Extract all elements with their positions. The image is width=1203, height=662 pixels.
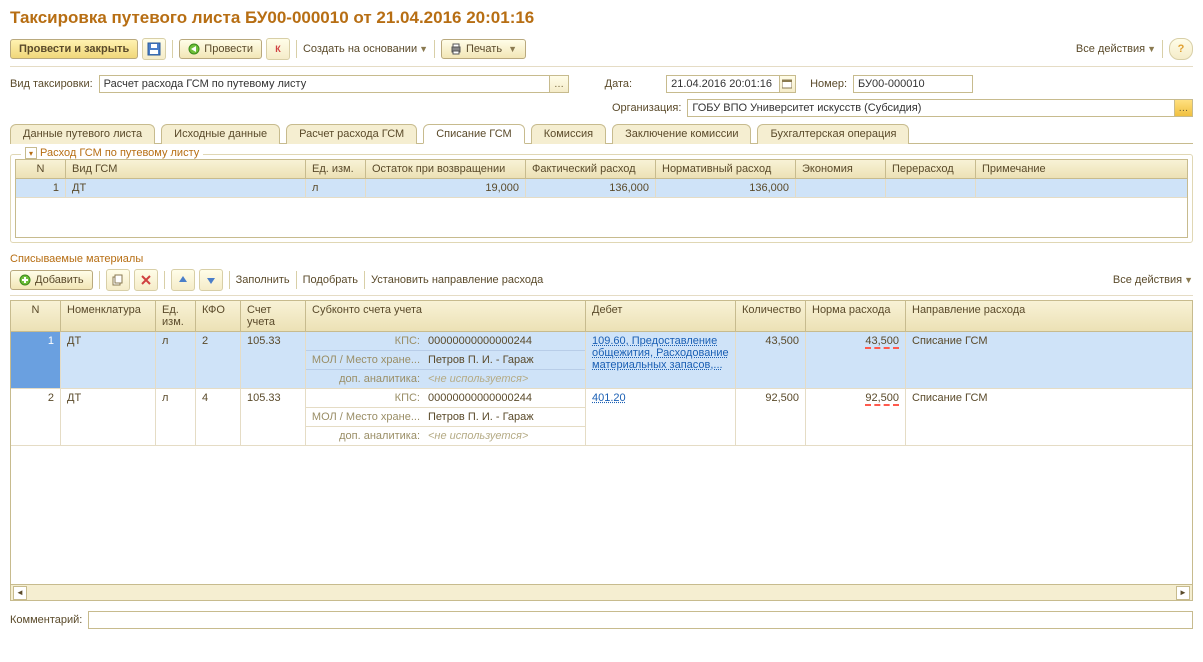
debit-credit-icon[interactable]: К [266, 38, 290, 60]
save-icon[interactable] [142, 38, 166, 60]
separator [172, 40, 173, 58]
materials-toolbar: Добавить Заполнить Подобрать Установить … [10, 269, 1193, 296]
col-kind[interactable]: Вид ГСМ [66, 160, 306, 178]
tax-type-label: Вид таксировки: [10, 78, 93, 90]
create-based-button[interactable]: Создать на основании▼ [303, 43, 428, 55]
org-label: Организация: [612, 102, 681, 114]
col-remain[interactable]: Остаток при возвращении [366, 160, 526, 178]
calendar-icon[interactable] [779, 75, 796, 93]
col-unit[interactable]: Ед. изм. [156, 301, 196, 331]
select-icon[interactable]: … [1174, 99, 1193, 117]
col-norm[interactable]: Норма расхода [806, 301, 906, 331]
materials-grid: N Номенклатура Ед. изм. КФО Счет учета С… [10, 300, 1193, 332]
post-button[interactable]: Провести [179, 39, 262, 59]
move-up-icon[interactable] [171, 269, 195, 291]
tab-conclusion[interactable]: Заключение комиссии [612, 124, 751, 144]
tax-type-input[interactable] [99, 75, 550, 93]
table-row[interactable]: 1 ДТ л 2 105.33 КПС:00000000000000244 МО… [11, 332, 1192, 389]
fuel-group-legend: ▾ Расход ГСМ по путевому листу [21, 147, 203, 159]
move-down-icon[interactable] [199, 269, 223, 291]
col-norm[interactable]: Нормативный расход [656, 160, 796, 178]
pick-button[interactable]: Подобрать [303, 274, 358, 286]
comment-label: Комментарий: [10, 614, 82, 626]
separator [1162, 40, 1163, 58]
number-label: Номер: [810, 78, 847, 90]
tab-commission[interactable]: Комиссия [531, 124, 606, 144]
col-qty[interactable]: Количество [736, 301, 806, 331]
help-icon[interactable]: ? [1169, 38, 1193, 60]
scroll-right-icon[interactable]: ► [1176, 586, 1190, 600]
comment-input[interactable] [88, 611, 1193, 629]
horizontal-scrollbar[interactable]: ◄ ► [10, 585, 1193, 601]
col-kfo[interactable]: КФО [196, 301, 241, 331]
select-icon[interactable]: … [549, 75, 568, 93]
debit-link[interactable]: 401.20 [592, 392, 626, 404]
page-title: Таксировка путевого листа БУ00-000010 от… [10, 8, 1193, 28]
separator [434, 40, 435, 58]
debit-link[interactable]: 109.60, Предоставление общежития, Расход… [592, 335, 729, 371]
delete-icon[interactable] [134, 269, 158, 291]
col-subconto[interactable]: Субконто счета учета [306, 301, 586, 331]
col-econ[interactable]: Экономия [796, 160, 886, 178]
all-actions-button[interactable]: Все действия▼ [1113, 274, 1193, 286]
col-dir[interactable]: Направление расхода [906, 301, 1192, 331]
tab-calc[interactable]: Расчет расхода ГСМ [286, 124, 417, 144]
fill-button[interactable]: Заполнить [236, 274, 290, 286]
col-nom[interactable]: Номенклатура [61, 301, 156, 331]
col-unit[interactable]: Ед. изм. [306, 160, 366, 178]
add-button[interactable]: Добавить [10, 270, 93, 290]
materials-title: Списываемые материалы [10, 253, 1193, 265]
set-direction-button[interactable]: Установить направление расхода [371, 274, 543, 286]
tab-writeoff[interactable]: Списание ГСМ [423, 124, 525, 144]
col-note[interactable]: Примечание [976, 160, 1187, 178]
tab-data[interactable]: Данные путевого листа [10, 124, 155, 144]
scroll-left-icon[interactable]: ◄ [13, 586, 27, 600]
col-over[interactable]: Перерасход [886, 160, 976, 178]
number-input[interactable] [853, 75, 973, 93]
tab-source[interactable]: Исходные данные [161, 124, 280, 144]
main-toolbar: Провести и закрыть Провести К Создать на… [10, 38, 1193, 67]
col-acc[interactable]: Счет учета [241, 301, 306, 331]
col-fact[interactable]: Фактический расход [526, 160, 656, 178]
date-label: Дата: [605, 78, 632, 90]
separator [296, 40, 297, 58]
date-input[interactable] [666, 75, 779, 93]
all-actions-button[interactable]: Все действия▼ [1076, 43, 1156, 55]
table-row[interactable]: 1 ДТ л 19,000 136,000 136,000 [16, 179, 1187, 198]
fuel-grid: N Вид ГСМ Ед. изм. Остаток при возвращен… [15, 159, 1188, 238]
copy-icon[interactable] [106, 269, 130, 291]
col-debit[interactable]: Дебет [586, 301, 736, 331]
post-close-button[interactable]: Провести и закрыть [10, 39, 138, 59]
print-button[interactable]: Печать▼ [441, 39, 526, 59]
tab-bar: Данные путевого листа Исходные данные Ра… [10, 123, 1193, 144]
col-n[interactable]: N [11, 301, 61, 331]
tab-accounting[interactable]: Бухгалтерская операция [757, 124, 909, 144]
table-row[interactable]: 2 ДТ л 4 105.33 КПС:00000000000000244 МО… [11, 389, 1192, 446]
col-n[interactable]: N [16, 160, 66, 178]
org-input[interactable] [687, 99, 1173, 117]
